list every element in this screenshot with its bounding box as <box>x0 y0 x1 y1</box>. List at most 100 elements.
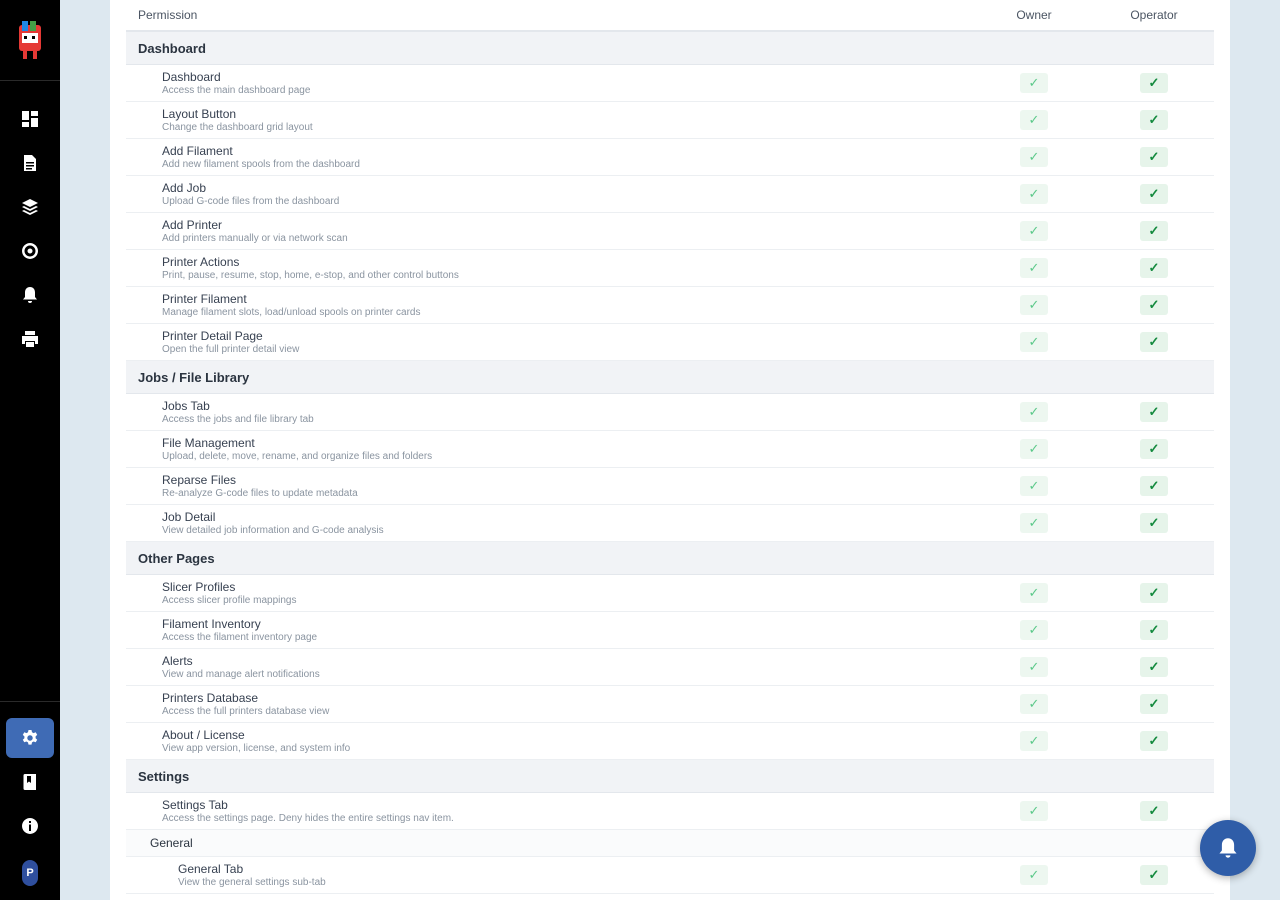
logo-icon[interactable] <box>0 0 60 81</box>
permission-info: Printers Database Access the full printer… <box>126 691 974 718</box>
operator-check-toggle[interactable]: ✓ <box>1140 439 1168 459</box>
info-icon[interactable] <box>6 806 54 846</box>
operator-check-toggle[interactable]: ✓ <box>1140 620 1168 640</box>
bell-icon[interactable] <box>6 275 54 315</box>
owner-check-toggle[interactable]: ✓ <box>1020 731 1048 751</box>
permission-name: Slicer Profiles <box>162 579 236 594</box>
table-row: About / License View app version, license… <box>126 723 1214 760</box>
operator-check-toggle[interactable]: ✓ <box>1140 110 1168 130</box>
sidebar: P <box>0 0 60 900</box>
permission-description: View detailed job information and G-code… <box>162 524 384 536</box>
operator-check-toggle[interactable]: ✓ <box>1140 73 1168 93</box>
owner-check-toggle[interactable]: ✓ <box>1020 694 1048 714</box>
permission-description: Upload, delete, move, rename, and organi… <box>162 450 433 462</box>
permission-name: Printers Database <box>162 690 259 705</box>
permission-name: Printer Actions <box>162 254 240 269</box>
operator-check-toggle[interactable]: ✓ <box>1140 184 1168 204</box>
operator-check-toggle[interactable]: ✓ <box>1140 513 1168 533</box>
permission-description: Change the dashboard grid layout <box>162 121 313 133</box>
permission-name: Printer Detail Page <box>162 328 263 343</box>
operator-check-toggle[interactable]: ✓ <box>1140 147 1168 167</box>
owner-cell: ✓ <box>974 295 1094 315</box>
permission-name: Add Filament <box>162 143 233 158</box>
table-row: Job Detail View detailed job information … <box>126 505 1214 542</box>
owner-check-toggle[interactable]: ✓ <box>1020 332 1048 352</box>
permission-info: Slicer Profiles Access slicer profile map… <box>126 580 974 607</box>
book-icon[interactable] <box>6 762 54 802</box>
permission-info: Layout Button Change the dashboard grid l… <box>126 107 974 134</box>
owner-check-toggle[interactable]: ✓ <box>1020 110 1048 130</box>
permission-info: Filament Inventory Access the filament in… <box>126 617 974 644</box>
owner-check-toggle[interactable]: ✓ <box>1020 801 1048 821</box>
owner-cell: ✓ <box>974 620 1094 640</box>
owner-cell: ✓ <box>974 583 1094 603</box>
permission-description: Manage filament slots, load/unload spool… <box>162 306 421 318</box>
table-row: General Tab View the general settings sub… <box>126 857 1214 894</box>
operator-cell: ✓ <box>1094 694 1214 714</box>
operator-check-toggle[interactable]: ✓ <box>1140 258 1168 278</box>
table-row: Slicer Profiles Access slicer profile map… <box>126 575 1214 612</box>
owner-check-toggle[interactable]: ✓ <box>1020 439 1048 459</box>
permission-info: Add Printer Add printers manually or via … <box>126 218 974 245</box>
operator-cell: ✓ <box>1094 147 1214 167</box>
operator-check-toggle[interactable]: ✓ <box>1140 402 1168 422</box>
permission-description: Re-analyze G-code files to update metada… <box>162 487 358 499</box>
owner-check-toggle[interactable]: ✓ <box>1020 221 1048 241</box>
notification-bell-button[interactable] <box>1200 820 1256 876</box>
table-row: Filament Inventory Access the filament in… <box>126 612 1214 649</box>
owner-check-toggle[interactable]: ✓ <box>1020 476 1048 496</box>
printer-icon[interactable] <box>6 319 54 359</box>
operator-cell: ✓ <box>1094 801 1214 821</box>
owner-cell: ✓ <box>974 221 1094 241</box>
owner-cell: ✓ <box>974 694 1094 714</box>
section-header: Dashboard <box>126 32 1214 65</box>
owner-check-toggle[interactable]: ✓ <box>1020 865 1048 885</box>
permission-info: Jobs Tab Access the jobs and file library… <box>126 399 974 426</box>
permissions-table: Permission Owner Operator Dashboard Dashb… <box>126 0 1214 900</box>
owner-cell: ✓ <box>974 513 1094 533</box>
owner-check-toggle[interactable]: ✓ <box>1020 402 1048 422</box>
operator-check-toggle[interactable]: ✓ <box>1140 295 1168 315</box>
operator-check-toggle[interactable]: ✓ <box>1140 332 1168 352</box>
permission-name: About / License <box>162 727 245 742</box>
disc-icon[interactable] <box>6 231 54 271</box>
layers-icon[interactable] <box>6 187 54 227</box>
permission-info: Alerts View and manage alert notification… <box>126 654 974 681</box>
permission-name: File Management <box>162 435 255 450</box>
owner-check-toggle[interactable]: ✓ <box>1020 184 1048 204</box>
permission-info: About / License View app version, license… <box>126 728 974 755</box>
table-row: Jobs Tab Access the jobs and file library… <box>126 394 1214 431</box>
owner-check-toggle[interactable]: ✓ <box>1020 583 1048 603</box>
operator-check-toggle[interactable]: ✓ <box>1140 694 1168 714</box>
owner-check-toggle[interactable]: ✓ <box>1020 513 1048 533</box>
permission-name: Printer Filament <box>162 291 247 306</box>
dashboard-icon[interactable] <box>6 99 54 139</box>
owner-check-toggle[interactable]: ✓ <box>1020 73 1048 93</box>
operator-cell: ✓ <box>1094 332 1214 352</box>
operator-check-toggle[interactable]: ✓ <box>1140 865 1168 885</box>
operator-check-toggle[interactable]: ✓ <box>1140 583 1168 603</box>
owner-cell: ✓ <box>974 402 1094 422</box>
owner-check-toggle[interactable]: ✓ <box>1020 147 1048 167</box>
subsection-header: General <box>126 830 1214 857</box>
permission-info: Add Filament Add new filament spools from… <box>126 144 974 171</box>
operator-check-toggle[interactable]: ✓ <box>1140 801 1168 821</box>
permission-info: Settings Tab Access the settings page. De… <box>126 798 974 825</box>
operator-check-toggle[interactable]: ✓ <box>1140 476 1168 496</box>
owner-check-toggle[interactable]: ✓ <box>1020 258 1048 278</box>
operator-check-toggle[interactable]: ✓ <box>1140 731 1168 751</box>
permission-description: View and manage alert notifications <box>162 668 320 680</box>
owner-check-toggle[interactable]: ✓ <box>1020 295 1048 315</box>
owner-check-toggle[interactable]: ✓ <box>1020 620 1048 640</box>
operator-cell: ✓ <box>1094 184 1214 204</box>
table-row: Printer Filament Manage filament slots, l… <box>126 287 1214 324</box>
header-permission: Permission <box>138 8 198 22</box>
gear-icon[interactable] <box>6 718 54 758</box>
operator-cell: ✓ <box>1094 110 1214 130</box>
operator-check-toggle[interactable]: ✓ <box>1140 657 1168 677</box>
avatar[interactable]: P <box>22 860 38 886</box>
permission-description: Print, pause, resume, stop, home, e-stop… <box>162 269 459 281</box>
owner-check-toggle[interactable]: ✓ <box>1020 657 1048 677</box>
document-icon[interactable] <box>6 143 54 183</box>
operator-check-toggle[interactable]: ✓ <box>1140 221 1168 241</box>
